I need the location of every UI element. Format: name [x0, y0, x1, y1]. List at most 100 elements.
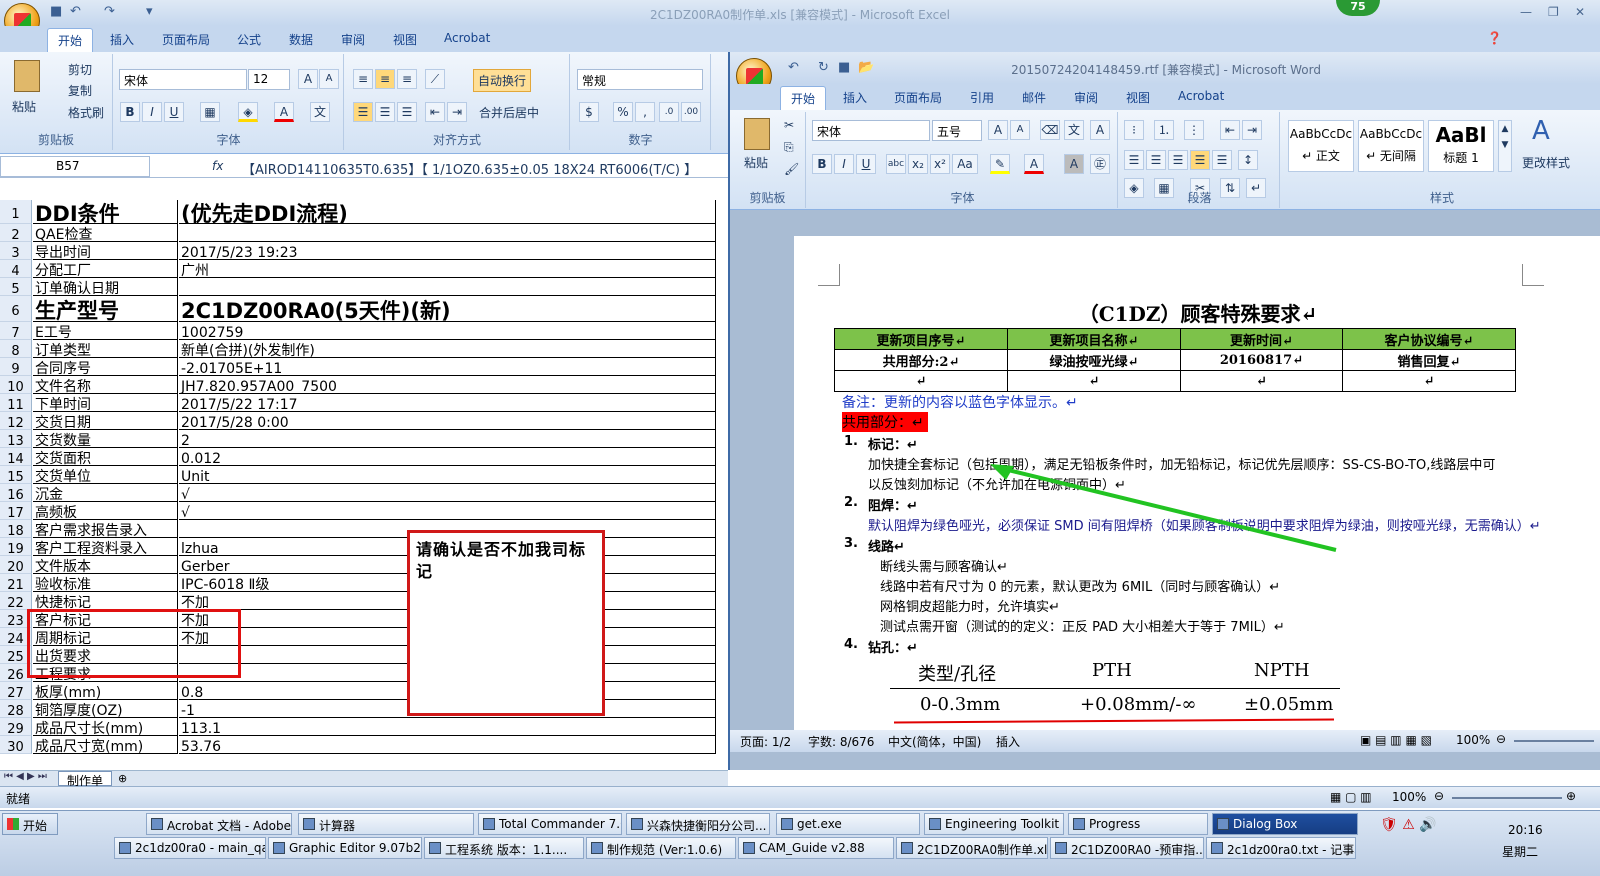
- number-format-combo[interactable]: 常规: [577, 69, 703, 90]
- taskbar-button[interactable]: Dialog Box: [1212, 813, 1358, 835]
- cell-b[interactable]: [179, 278, 716, 296]
- tray-icons[interactable]: 🛡 ⚠ 🔊: [1380, 817, 1437, 833]
- word-tab-mailings[interactable]: 邮件: [1022, 89, 1046, 106]
- word-tab-insert[interactable]: 插入: [843, 89, 867, 106]
- name-box[interactable]: B57: [0, 156, 150, 177]
- row-header[interactable]: 10: [0, 376, 32, 395]
- change-styles-icon[interactable]: A: [1532, 116, 1550, 146]
- cell-a[interactable]: 文件名称: [33, 376, 178, 394]
- word-superscript-icon[interactable]: x²: [930, 154, 950, 174]
- taskbar-button[interactable]: Acrobat 文档 - Adobe ...: [146, 813, 292, 835]
- taskbar-button[interactable]: 兴森快捷衡阳分公司...: [626, 813, 770, 835]
- word-strikethrough-icon[interactable]: abc: [886, 154, 906, 174]
- cell-a[interactable]: 客户需求报告录入: [33, 520, 178, 538]
- style-heading1[interactable]: AaBl 标题 1: [1428, 120, 1494, 172]
- word-tab-acrobat[interactable]: Acrobat: [1178, 89, 1224, 103]
- cell-a[interactable]: 客户工程资料录入: [33, 538, 178, 556]
- taskbar-button[interactable]: CAM_Guide v2.88: [738, 837, 894, 859]
- line-spacing-icon[interactable]: ↕: [1238, 150, 1258, 170]
- word-insert-mode[interactable]: 插入: [996, 733, 1020, 750]
- row-header[interactable]: 27: [0, 682, 32, 701]
- percent-button[interactable]: %: [613, 102, 633, 122]
- paste-icon[interactable]: [14, 60, 40, 92]
- word-cut-icon[interactable]: ✂: [784, 118, 794, 132]
- font-color-button[interactable]: A: [274, 102, 294, 122]
- align-middle-icon[interactable]: ≡: [375, 69, 395, 89]
- row-header[interactable]: 9: [0, 358, 32, 377]
- fx-button[interactable]: fx: [212, 159, 223, 173]
- row-header[interactable]: 20: [0, 556, 32, 575]
- word-font-color-icon[interactable]: A: [1024, 154, 1044, 174]
- align-left-icon[interactable]: ☰: [353, 102, 373, 122]
- row-header[interactable]: 14: [0, 448, 32, 467]
- cell-b[interactable]: -2.01705E+11: [179, 358, 716, 376]
- cell-b[interactable]: 1002759: [179, 322, 716, 340]
- word-distribute-icon[interactable]: ☰: [1212, 150, 1232, 170]
- word-phonetic-icon[interactable]: 文: [1064, 120, 1084, 140]
- cell-a[interactable]: 交货日期: [33, 412, 178, 430]
- view-buttons[interactable]: ▦ ▢ ▥: [1330, 790, 1372, 804]
- cell-b[interactable]: 2: [179, 430, 716, 448]
- tab-home[interactable]: 开始: [47, 28, 94, 52]
- cell-a[interactable]: 订单确认日期: [33, 278, 178, 296]
- taskbar-button[interactable]: Progress: [1068, 813, 1208, 835]
- cell-a[interactable]: E工号: [33, 322, 178, 340]
- cell-b[interactable]: (优先走DDI流程): [179, 200, 716, 224]
- row-header[interactable]: 29: [0, 718, 32, 737]
- cell-b[interactable]: [179, 224, 716, 242]
- excel-zoom-level[interactable]: 100%: [1392, 790, 1426, 804]
- cell-a[interactable]: 合同序号: [33, 358, 178, 376]
- row-header[interactable]: 7: [0, 322, 32, 341]
- word-align-center-icon[interactable]: ☰: [1146, 150, 1166, 170]
- taskbar-button[interactable]: 2c1dz00ra0 - main_qa: [114, 837, 266, 859]
- row-header[interactable]: 3: [0, 242, 32, 261]
- cell-a[interactable]: 交货数量: [33, 430, 178, 448]
- taskbar-button[interactable]: 制作规范 (Ver:1.0.6): [586, 837, 736, 859]
- tab-formulas[interactable]: 公式: [237, 31, 261, 48]
- word-tab-review[interactable]: 审阅: [1074, 89, 1098, 106]
- row-header[interactable]: 18: [0, 520, 32, 539]
- cell-a[interactable]: 生产型号: [33, 296, 178, 322]
- word-italic-icon[interactable]: I: [834, 154, 854, 174]
- cell-b[interactable]: JH7.820.957A00_7500: [179, 376, 716, 394]
- row-header[interactable]: 4: [0, 260, 32, 279]
- word-view-buttons[interactable]: ▣ ▤ ▥ ▦ ▧: [1360, 733, 1432, 747]
- taskbar-button[interactable]: Engineering Toolkit 9.0...: [924, 813, 1064, 835]
- increase-decimal-icon[interactable]: .0: [659, 102, 679, 122]
- style-no-spacing[interactable]: AaBbCcDc ↵ 无间隔: [1358, 120, 1424, 172]
- word-char-border-icon[interactable]: A: [1090, 120, 1110, 140]
- cell-a[interactable]: 订单类型: [33, 340, 178, 358]
- word-zoom-out-icon[interactable]: ⊖: [1496, 732, 1506, 746]
- zoom-in-icon[interactable]: ⊕: [1566, 789, 1576, 803]
- taskbar-button[interactable]: Graphic Editor 9.07b2 (0...: [268, 837, 422, 859]
- format-painter-button[interactable]: 格式刷: [68, 104, 104, 121]
- taskbar-button[interactable]: 工程系统 版本：1.1....: [424, 837, 584, 859]
- cell-a[interactable]: 分配工厂: [33, 260, 178, 278]
- wrap-text-button[interactable]: 自动换行: [473, 69, 532, 92]
- align-center-icon[interactable]: ☰: [375, 102, 395, 122]
- decrease-indent-icon[interactable]: ⇤: [425, 102, 445, 122]
- row-header[interactable]: 28: [0, 700, 32, 719]
- styles-scroll-icon[interactable]: ▲ ▼: [1498, 120, 1512, 172]
- word-copy-icon[interactable]: ⎘: [784, 140, 794, 155]
- cell-a[interactable]: QAE检查: [33, 224, 178, 242]
- word-clear-format-icon[interactable]: ⌫: [1040, 120, 1060, 140]
- tab-review[interactable]: 审阅: [341, 31, 365, 48]
- word-language[interactable]: 中文(简体，中国): [888, 733, 981, 750]
- word-increase-indent-icon[interactable]: ⇥: [1242, 120, 1262, 140]
- word-shrink-font-icon[interactable]: A: [1010, 120, 1030, 140]
- cell-a[interactable]: 下单时间: [33, 394, 178, 412]
- bullets-icon[interactable]: ⁝: [1124, 120, 1144, 140]
- word-page-count[interactable]: 页面: 1/2: [740, 733, 791, 750]
- row-header[interactable]: 2: [0, 224, 32, 243]
- row-header[interactable]: 8: [0, 340, 32, 359]
- zoom-out-icon[interactable]: ⊖: [1434, 789, 1444, 803]
- word-tab-view[interactable]: 视图: [1126, 89, 1150, 106]
- word-bold-icon[interactable]: B: [812, 154, 832, 174]
- cell-a[interactable]: 板厚(mm): [33, 682, 178, 700]
- help-icon[interactable]: ❓: [1487, 31, 1502, 45]
- word-char-shading-icon[interactable]: A: [1064, 154, 1084, 174]
- cell-a[interactable]: 高频板: [33, 502, 178, 520]
- cell-b[interactable]: 2017/5/23 19:23: [179, 242, 716, 260]
- close-icon[interactable]: ✕: [1575, 5, 1585, 19]
